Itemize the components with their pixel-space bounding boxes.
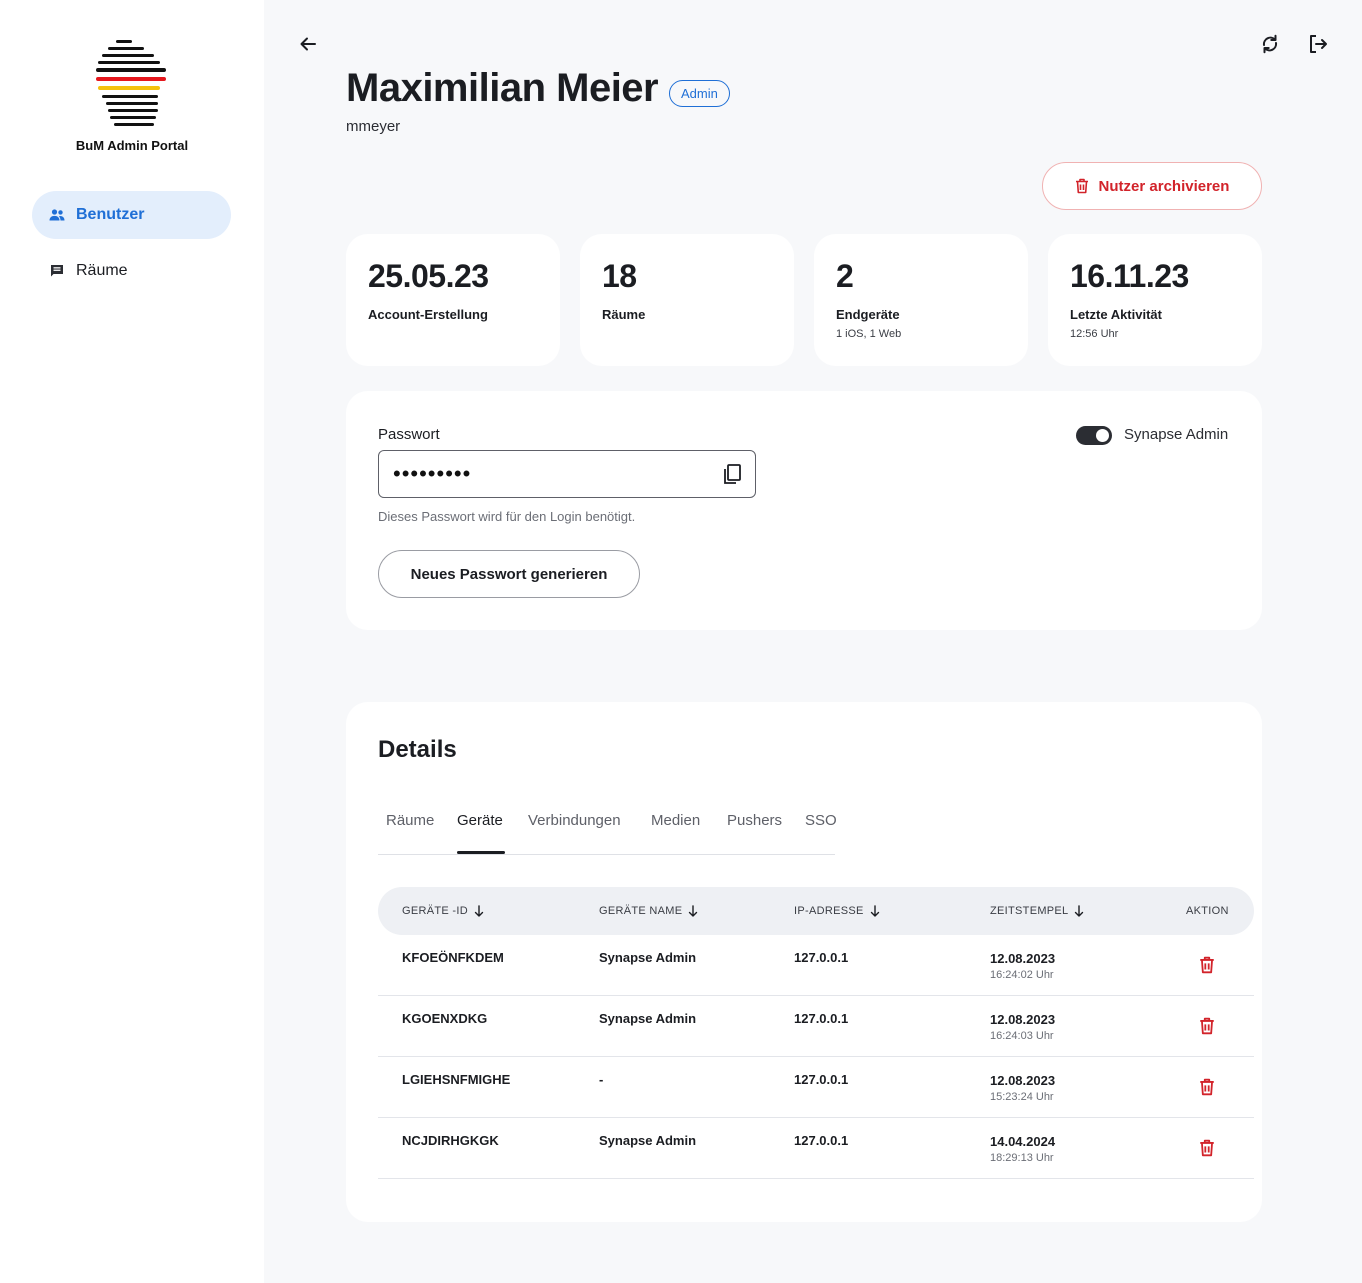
back-button[interactable]	[294, 30, 322, 58]
stat-value: 16.11.23	[1070, 258, 1189, 294]
stat-sub: 12:56 Uhr	[1070, 328, 1119, 340]
chat-icon	[48, 262, 66, 280]
time-cell: 15:23:24 Uhr	[990, 1091, 1054, 1103]
device-name-cell: -	[599, 1072, 604, 1087]
sidebar: BuM Admin Portal Benutzer Räume	[0, 0, 264, 1283]
stat-card-rooms: 18 Räume	[580, 234, 794, 366]
table-row: NCJDIRHGKGK Synapse Admin 127.0.0.1 14.0…	[378, 1118, 1254, 1179]
delete-device-icon[interactable]	[1198, 1078, 1216, 1096]
toggle-knob	[1096, 429, 1109, 442]
column-header-device-name[interactable]: GERÄTE NAME	[599, 905, 698, 917]
date-cell: 12.08.2023	[990, 1073, 1056, 1088]
password-field[interactable]: •••••••••	[378, 450, 756, 498]
sort-arrow-down-icon	[689, 905, 698, 917]
role-badge: Admin	[669, 80, 730, 107]
column-label: GERÄTE -ID	[402, 905, 468, 917]
device-id-cell: KGOENXDKG	[402, 1011, 488, 1026]
sort-arrow-down-icon	[1075, 905, 1084, 917]
refresh-button[interactable]	[1256, 30, 1284, 58]
tab-sso[interactable]: SSO	[805, 812, 837, 829]
delete-device-icon[interactable]	[1198, 1017, 1216, 1035]
stat-card-devices: 2 Endgeräte 1 iOS, 1 Web	[814, 234, 1028, 366]
sort-arrow-down-icon	[474, 905, 484, 917]
ip-cell: 127.0.0.1	[794, 1133, 849, 1148]
tab-medien[interactable]: Medien	[651, 812, 700, 829]
active-tab-indicator	[457, 851, 505, 854]
column-header-timestamp[interactable]: ZEITSTEMPEL	[990, 905, 1084, 917]
page-title: Maximilian Meier	[346, 66, 659, 110]
logout-button[interactable]	[1304, 30, 1332, 58]
device-name-cell: Synapse Admin	[599, 1011, 697, 1026]
stat-sub: 1 iOS, 1 Web	[836, 328, 902, 340]
time-cell: 18:29:13 Uhr	[990, 1152, 1054, 1164]
stat-label: Endgeräte	[836, 307, 900, 322]
ip-cell: 127.0.0.1	[794, 1072, 849, 1087]
date-cell: 14.04.2024	[990, 1134, 1056, 1149]
ip-cell: 127.0.0.1	[794, 1011, 849, 1026]
stat-value: 18	[602, 258, 637, 294]
password-card: Passwort ••••••••• Dieses Passwort wird …	[346, 391, 1262, 630]
column-label: ZEITSTEMPEL	[990, 905, 1069, 917]
sidebar-item-benutzer[interactable]: Benutzer	[32, 191, 231, 239]
stat-value: 2	[836, 258, 854, 294]
stat-card-account-creation: 25.05.23 Account-Erstellung	[346, 234, 560, 366]
column-header-device-id[interactable]: GERÄTE -ID	[402, 905, 484, 917]
synapse-admin-label: Synapse Admin	[1124, 426, 1229, 443]
device-name-cell: Synapse Admin	[599, 1133, 697, 1148]
copy-icon[interactable]	[721, 463, 743, 485]
sort-arrow-down-icon	[870, 905, 879, 917]
device-id-cell: KFOEÖNFKDEM	[402, 950, 504, 965]
sidebar-item-label: Räume	[76, 262, 128, 279]
password-hint: Dieses Passwort wird für den Login benöt…	[378, 509, 636, 524]
table-row: KGOENXDKG Synapse Admin 127.0.0.1 12.08.…	[378, 996, 1254, 1057]
date-cell: 12.08.2023	[990, 951, 1056, 966]
details-title: Details	[378, 736, 457, 763]
stat-label: Account-Erstellung	[368, 307, 488, 322]
column-label: IP-ADRESSE	[794, 905, 864, 917]
details-tabs: Räume Geräte Verbindungen Medien Pushers…	[378, 812, 837, 855]
arrow-left-icon	[300, 37, 316, 51]
time-cell: 16:24:02 Uhr	[990, 969, 1054, 981]
sidebar-item-raeume[interactable]: Räume	[32, 247, 231, 295]
column-header-action: AKTION	[1186, 905, 1229, 917]
trash-icon	[1075, 178, 1088, 194]
users-icon	[48, 206, 66, 224]
details-card: Details Räume Geräte Verbindungen Medien…	[346, 702, 1262, 1222]
column-label: GERÄTE NAME	[599, 905, 683, 917]
table-header: GERÄTE -ID GERÄTE NAME IP-ADRESSE ZEITST…	[378, 887, 1254, 935]
delete-device-icon[interactable]	[1198, 1139, 1216, 1157]
archive-user-button[interactable]: Nutzer archivieren	[1042, 162, 1262, 210]
archive-user-label: Nutzer archivieren	[1098, 177, 1230, 195]
tab-raeume[interactable]: Räume	[386, 812, 434, 829]
table-row: KFOEÖNFKDEM Synapse Admin 127.0.0.1 12.0…	[378, 935, 1254, 996]
synapse-admin-toggle[interactable]	[1076, 426, 1112, 445]
logo-text: BuM Admin Portal	[75, 138, 189, 153]
tab-geraete[interactable]: Geräte	[457, 812, 503, 829]
app-logo: BuM Admin Portal	[0, 38, 264, 153]
stat-card-last-activity: 16.11.23 Letzte Aktivität 12:56 Uhr	[1048, 234, 1262, 366]
password-value: •••••••••	[393, 461, 472, 486]
flag-stripes-logo-icon	[96, 40, 166, 126]
password-label: Passwort	[378, 426, 440, 443]
tab-pushers[interactable]: Pushers	[727, 812, 782, 829]
stat-value: 25.05.23	[368, 258, 489, 294]
stat-label: Räume	[602, 307, 646, 322]
refresh-icon	[1262, 34, 1278, 54]
ip-cell: 127.0.0.1	[794, 950, 849, 965]
logout-icon	[1310, 35, 1327, 53]
sidebar-item-label: Benutzer	[76, 206, 145, 223]
generate-password-button[interactable]: Neues Passwort generieren	[378, 550, 640, 598]
device-id-cell: LGIEHSNFMIGHE	[402, 1072, 511, 1087]
device-name-cell: Synapse Admin	[599, 950, 697, 965]
date-cell: 12.08.2023	[990, 1012, 1056, 1027]
time-cell: 16:24:03 Uhr	[990, 1030, 1054, 1042]
tab-verbindungen[interactable]: Verbindungen	[528, 812, 621, 829]
delete-device-icon[interactable]	[1198, 956, 1216, 974]
stat-label: Letzte Aktivität	[1070, 307, 1162, 322]
username: mmeyer	[346, 118, 401, 135]
column-header-ip-address[interactable]: IP-ADRESSE	[794, 905, 880, 917]
device-id-cell: NCJDIRHGKGK	[402, 1133, 499, 1148]
table-row: LGIEHSNFMIGHE - 127.0.0.1 12.08.2023 15:…	[378, 1057, 1254, 1118]
